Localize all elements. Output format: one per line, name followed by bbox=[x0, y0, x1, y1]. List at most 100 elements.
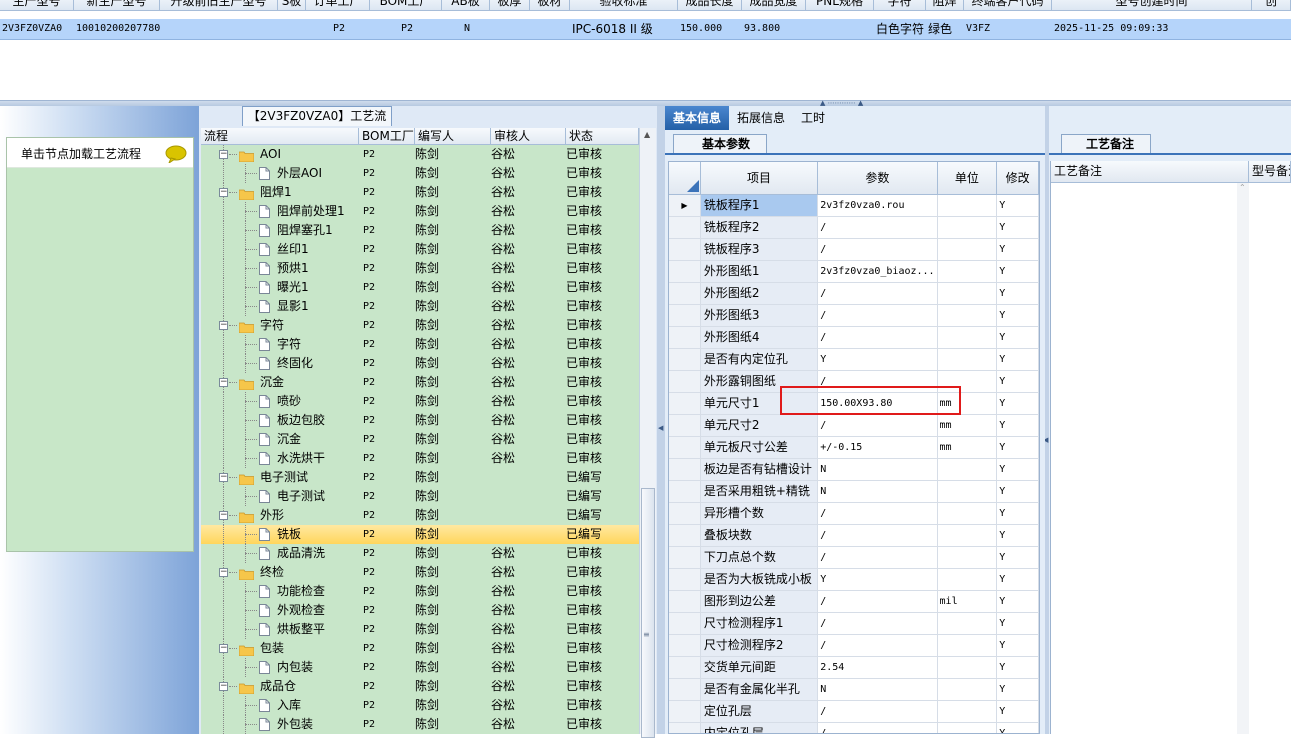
tree-node-name[interactable]: 铣板 bbox=[201, 525, 359, 544]
tree-step-row[interactable]: 外层AOI P2 陈剑 谷松 已审核 bbox=[201, 164, 639, 183]
row-selector[interactable] bbox=[669, 613, 701, 634]
scroll-up-icon[interactable]: ⌃ bbox=[1239, 183, 1246, 192]
top-col-header[interactable]: 成品长度 bbox=[678, 0, 742, 11]
tree-node-name[interactable]: − 终检 bbox=[201, 563, 359, 582]
tree-step-row[interactable]: 入库 P2 陈剑 谷松 已审核 bbox=[201, 696, 639, 715]
param-row[interactable]: 单元尺寸2/mm Y bbox=[669, 415, 1039, 437]
tree-group-row[interactable]: − 成品仓 P2 陈剑 谷松 已审核 bbox=[201, 677, 639, 696]
top-col-header[interactable]: BOM工厂 bbox=[370, 0, 442, 11]
param-modify-cell[interactable]: Y bbox=[997, 305, 1039, 326]
param-row[interactable]: 外形图纸2/ Y bbox=[669, 283, 1039, 305]
param-row[interactable]: 异形槽个数 / Y bbox=[669, 503, 1039, 525]
tree-step-row[interactable]: 阻焊塞孔1 P2 陈剑 谷松 已审核 bbox=[201, 221, 639, 240]
row-selector[interactable] bbox=[669, 569, 701, 590]
param-modify-cell[interactable]: Y bbox=[997, 217, 1039, 238]
tab-extended-info[interactable]: 拓展信息 bbox=[729, 106, 793, 130]
tree-group-row[interactable]: − 沉金 P2 陈剑 谷松 已审核 bbox=[201, 373, 639, 392]
row-selector[interactable] bbox=[669, 701, 701, 722]
param-unit-cell[interactable] bbox=[938, 503, 998, 524]
tree-node-name[interactable]: − 成品仓 bbox=[201, 677, 359, 696]
col-reviewer[interactable]: 审核人 bbox=[491, 128, 566, 144]
tree-node-name[interactable]: − 字符 bbox=[201, 316, 359, 335]
tree-step-row[interactable]: 预烘1 P2 陈剑 谷松 已审核 bbox=[201, 259, 639, 278]
row-selector[interactable] bbox=[669, 371, 701, 392]
tree-group-row[interactable]: − 字符 P2 陈剑 谷松 已审核 bbox=[201, 316, 639, 335]
tree-node-name[interactable]: − 包装 bbox=[201, 639, 359, 658]
param-row[interactable]: 是否有金属化半孔 N Y bbox=[669, 679, 1039, 701]
tab-work-hours[interactable]: 工时 bbox=[793, 106, 833, 130]
top-col-header[interactable]: 成品宽度 bbox=[742, 0, 806, 11]
param-unit-cell[interactable]: mm bbox=[938, 437, 998, 458]
param-modify-cell[interactable]: Y bbox=[997, 239, 1039, 260]
param-value-cell[interactable]: / bbox=[818, 327, 938, 348]
collapse-icon[interactable]: − bbox=[219, 378, 228, 387]
col-status[interactable]: 状态 bbox=[566, 128, 639, 144]
collapse-icon[interactable]: − bbox=[219, 644, 228, 653]
param-unit-cell[interactable] bbox=[938, 283, 998, 304]
top-col-header[interactable]: 型号创建时间 bbox=[1052, 0, 1252, 11]
splitter-left-arrow-icon[interactable]: ◀ bbox=[658, 424, 663, 432]
remark-grid[interactable]: 工艺备注 型号备注 ⌃ bbox=[1050, 161, 1291, 734]
tree-step-row[interactable]: 阻焊前处理1 P2 陈剑 谷松 已审核 bbox=[201, 202, 639, 221]
param-row[interactable]: 板边是否有钻槽设计 N Y bbox=[669, 459, 1039, 481]
param-row[interactable]: 单元板尺寸公差 +/-0.15 mm Y bbox=[669, 437, 1039, 459]
param-modify-cell[interactable]: Y bbox=[997, 195, 1039, 216]
tree-node-name[interactable]: 终固化 bbox=[201, 354, 359, 373]
param-value-cell[interactable]: N bbox=[818, 459, 938, 480]
tree-step-row[interactable]: 水洗烘干 P2 陈剑 谷松 已审核 bbox=[201, 449, 639, 468]
param-value-cell[interactable]: / bbox=[818, 547, 938, 568]
tree-step-row[interactable]: 烘板整平 P2 陈剑 谷松 已审核 bbox=[201, 620, 639, 639]
param-value-cell[interactable]: / bbox=[818, 525, 938, 546]
param-unit-cell[interactable] bbox=[938, 217, 998, 238]
param-value-cell[interactable]: N bbox=[818, 679, 938, 700]
param-unit-cell[interactable] bbox=[938, 459, 998, 480]
basic-params-grid[interactable]: 项目 参数 单位 修改 ▶ 铣板程序1 2v3fz0vza0.rou Y 铣板程序2/Y… bbox=[668, 161, 1040, 734]
top-col-header[interactable]: PNL规格 bbox=[806, 0, 874, 11]
param-modify-cell[interactable]: Y bbox=[997, 525, 1039, 546]
tree-step-row[interactable]: 成品清洗 P2 陈剑 谷松 已审核 bbox=[201, 544, 639, 563]
tree-node-name[interactable]: 入库 bbox=[201, 696, 359, 715]
tree-step-row[interactable]: 铣板 P2 陈剑 已编写 bbox=[201, 525, 639, 544]
param-row[interactable]: 下刀点总个数 / Y bbox=[669, 547, 1039, 569]
tab-basic-params[interactable]: 基本参数 bbox=[673, 134, 767, 154]
tree-group-row[interactable]: − 电子测试 P2 陈剑 已编写 bbox=[201, 468, 639, 487]
tree-node-name[interactable]: 功能检查 bbox=[201, 582, 359, 601]
param-unit-cell[interactable] bbox=[938, 635, 998, 656]
param-row[interactable]: 外形图纸3/ Y bbox=[669, 305, 1039, 327]
param-modify-cell[interactable]: Y bbox=[997, 503, 1039, 524]
tree-node-name[interactable]: 外包装 bbox=[201, 715, 359, 734]
param-modify-cell[interactable]: Y bbox=[997, 701, 1039, 722]
param-value-cell[interactable]: / bbox=[818, 701, 938, 722]
col-param[interactable]: 参数 bbox=[818, 162, 938, 194]
row-selector[interactable] bbox=[669, 657, 701, 678]
param-modify-cell[interactable]: Y bbox=[997, 261, 1039, 282]
tree-step-row[interactable]: 曝光1 P2 陈剑 谷松 已审核 bbox=[201, 278, 639, 297]
tree-node-name[interactable]: 阻焊塞孔1 bbox=[201, 221, 359, 240]
select-all-corner[interactable] bbox=[669, 162, 701, 194]
row-selector[interactable] bbox=[669, 239, 701, 260]
tree-node-name[interactable]: 曝光1 bbox=[201, 278, 359, 297]
param-value-cell[interactable]: 2.54 bbox=[818, 657, 938, 678]
tree-node-name[interactable]: 丝印1 bbox=[201, 240, 359, 259]
param-unit-cell[interactable] bbox=[938, 547, 998, 568]
param-value-cell[interactable]: / bbox=[818, 591, 938, 612]
collapse-icon[interactable]: − bbox=[219, 511, 228, 520]
top-col-header[interactable]: 字符 bbox=[874, 0, 926, 11]
row-selector[interactable] bbox=[669, 217, 701, 238]
param-value-cell[interactable]: Y bbox=[818, 569, 938, 590]
row-selector[interactable] bbox=[669, 525, 701, 546]
row-selector[interactable] bbox=[669, 547, 701, 568]
param-unit-cell[interactable]: mm bbox=[938, 415, 998, 436]
top-col-header[interactable]: 终端客户代码 bbox=[964, 0, 1052, 11]
tab-process-remark[interactable]: 工艺备注 bbox=[1061, 134, 1151, 154]
param-row[interactable]: 是否为大板铣成小板 Y Y bbox=[669, 569, 1039, 591]
param-row[interactable]: 铣板程序3/ Y bbox=[669, 239, 1039, 261]
param-unit-cell[interactable] bbox=[938, 261, 998, 282]
param-modify-cell[interactable]: Y bbox=[997, 415, 1039, 436]
collapse-icon[interactable]: − bbox=[219, 150, 228, 159]
tree-step-row[interactable]: 功能检查 P2 陈剑 谷松 已审核 bbox=[201, 582, 639, 601]
tree-step-row[interactable]: 丝印1 P2 陈剑 谷松 已审核 bbox=[201, 240, 639, 259]
collapse-icon[interactable]: − bbox=[219, 473, 228, 482]
param-modify-cell[interactable]: Y bbox=[997, 547, 1039, 568]
row-selector[interactable] bbox=[669, 349, 701, 370]
